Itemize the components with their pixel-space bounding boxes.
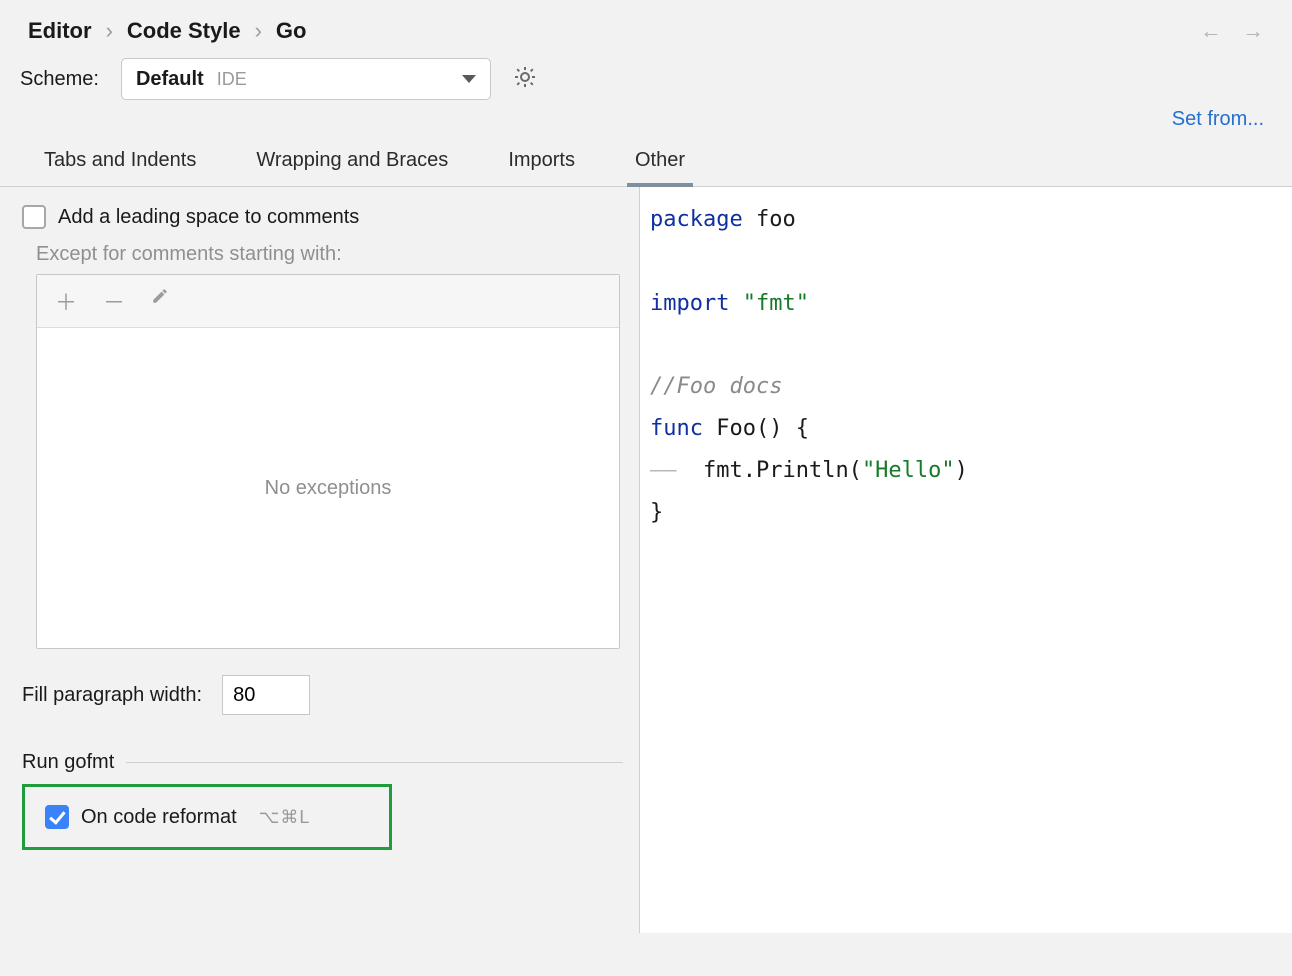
scheme-value: Default (136, 68, 204, 90)
gofmt-section-label: Run gofmt (22, 751, 114, 774)
shortcut-hint: ⌥⌘L (259, 807, 311, 828)
remove-icon[interactable]: － (103, 285, 125, 317)
tab-wrapping[interactable]: Wrapping and Braces (250, 139, 454, 186)
code-text: fmt.Println( (677, 458, 862, 483)
tabs: Tabs and Indents Wrapping and Braces Imp… (0, 139, 1292, 187)
label-leading-space: Add a leading space to comments (58, 206, 359, 229)
code-kw: import (650, 291, 729, 316)
exceptions-list: ＋ － No exceptions (36, 274, 620, 649)
code-preview: package foo import "fmt" //Foo docs func… (640, 187, 1292, 933)
fill-width-input[interactable] (222, 675, 310, 715)
crumb-codestyle[interactable]: Code Style (127, 18, 241, 44)
code-kw: func (650, 416, 703, 441)
add-icon[interactable]: ＋ (55, 285, 77, 317)
code-text: Foo() { (703, 416, 809, 441)
crumb-sep: › (255, 18, 262, 44)
indent-guide: ―― (650, 458, 677, 483)
chevron-down-icon (462, 75, 476, 83)
set-from-link[interactable]: Set from... (1172, 108, 1264, 131)
except-label: Except for comments starting with: (36, 243, 623, 266)
nav-arrows: ← → (1200, 18, 1264, 44)
code-text: foo (743, 207, 796, 232)
code-text: } (650, 500, 663, 525)
code-kw: package (650, 207, 743, 232)
back-icon[interactable]: ← (1200, 18, 1222, 44)
crumb-editor[interactable]: Editor (28, 18, 92, 44)
code-text (729, 291, 742, 316)
scheme-hint: IDE (217, 69, 247, 89)
code-str: "Hello" (862, 458, 955, 483)
scheme-select[interactable]: Default IDE (121, 58, 491, 100)
code-comment: //Foo docs (650, 374, 782, 399)
edit-icon[interactable] (151, 285, 169, 317)
gear-icon[interactable] (513, 65, 537, 94)
on-reformat-highlight: On code reformat ⌥⌘L (22, 784, 392, 850)
fill-width-label: Fill paragraph width: (22, 684, 202, 707)
breadcrumb: Editor › Code Style › Go (28, 18, 306, 44)
crumb-sep: › (106, 18, 113, 44)
tab-imports[interactable]: Imports (502, 139, 581, 186)
divider (126, 762, 623, 763)
checkbox-leading-space[interactable] (22, 205, 46, 229)
code-str: "fmt" (743, 291, 809, 316)
forward-icon[interactable]: → (1242, 18, 1264, 44)
tab-tabs-indents[interactable]: Tabs and Indents (38, 139, 202, 186)
tab-other[interactable]: Other (629, 139, 691, 186)
code-text: ) (955, 458, 968, 483)
options-panel: Add a leading space to comments Except f… (0, 187, 640, 933)
checkbox-on-reformat[interactable] (45, 805, 69, 829)
label-on-reformat: On code reformat (81, 806, 237, 829)
scheme-label: Scheme: (20, 68, 99, 91)
exceptions-empty: No exceptions (37, 328, 619, 648)
crumb-go: Go (276, 18, 307, 44)
